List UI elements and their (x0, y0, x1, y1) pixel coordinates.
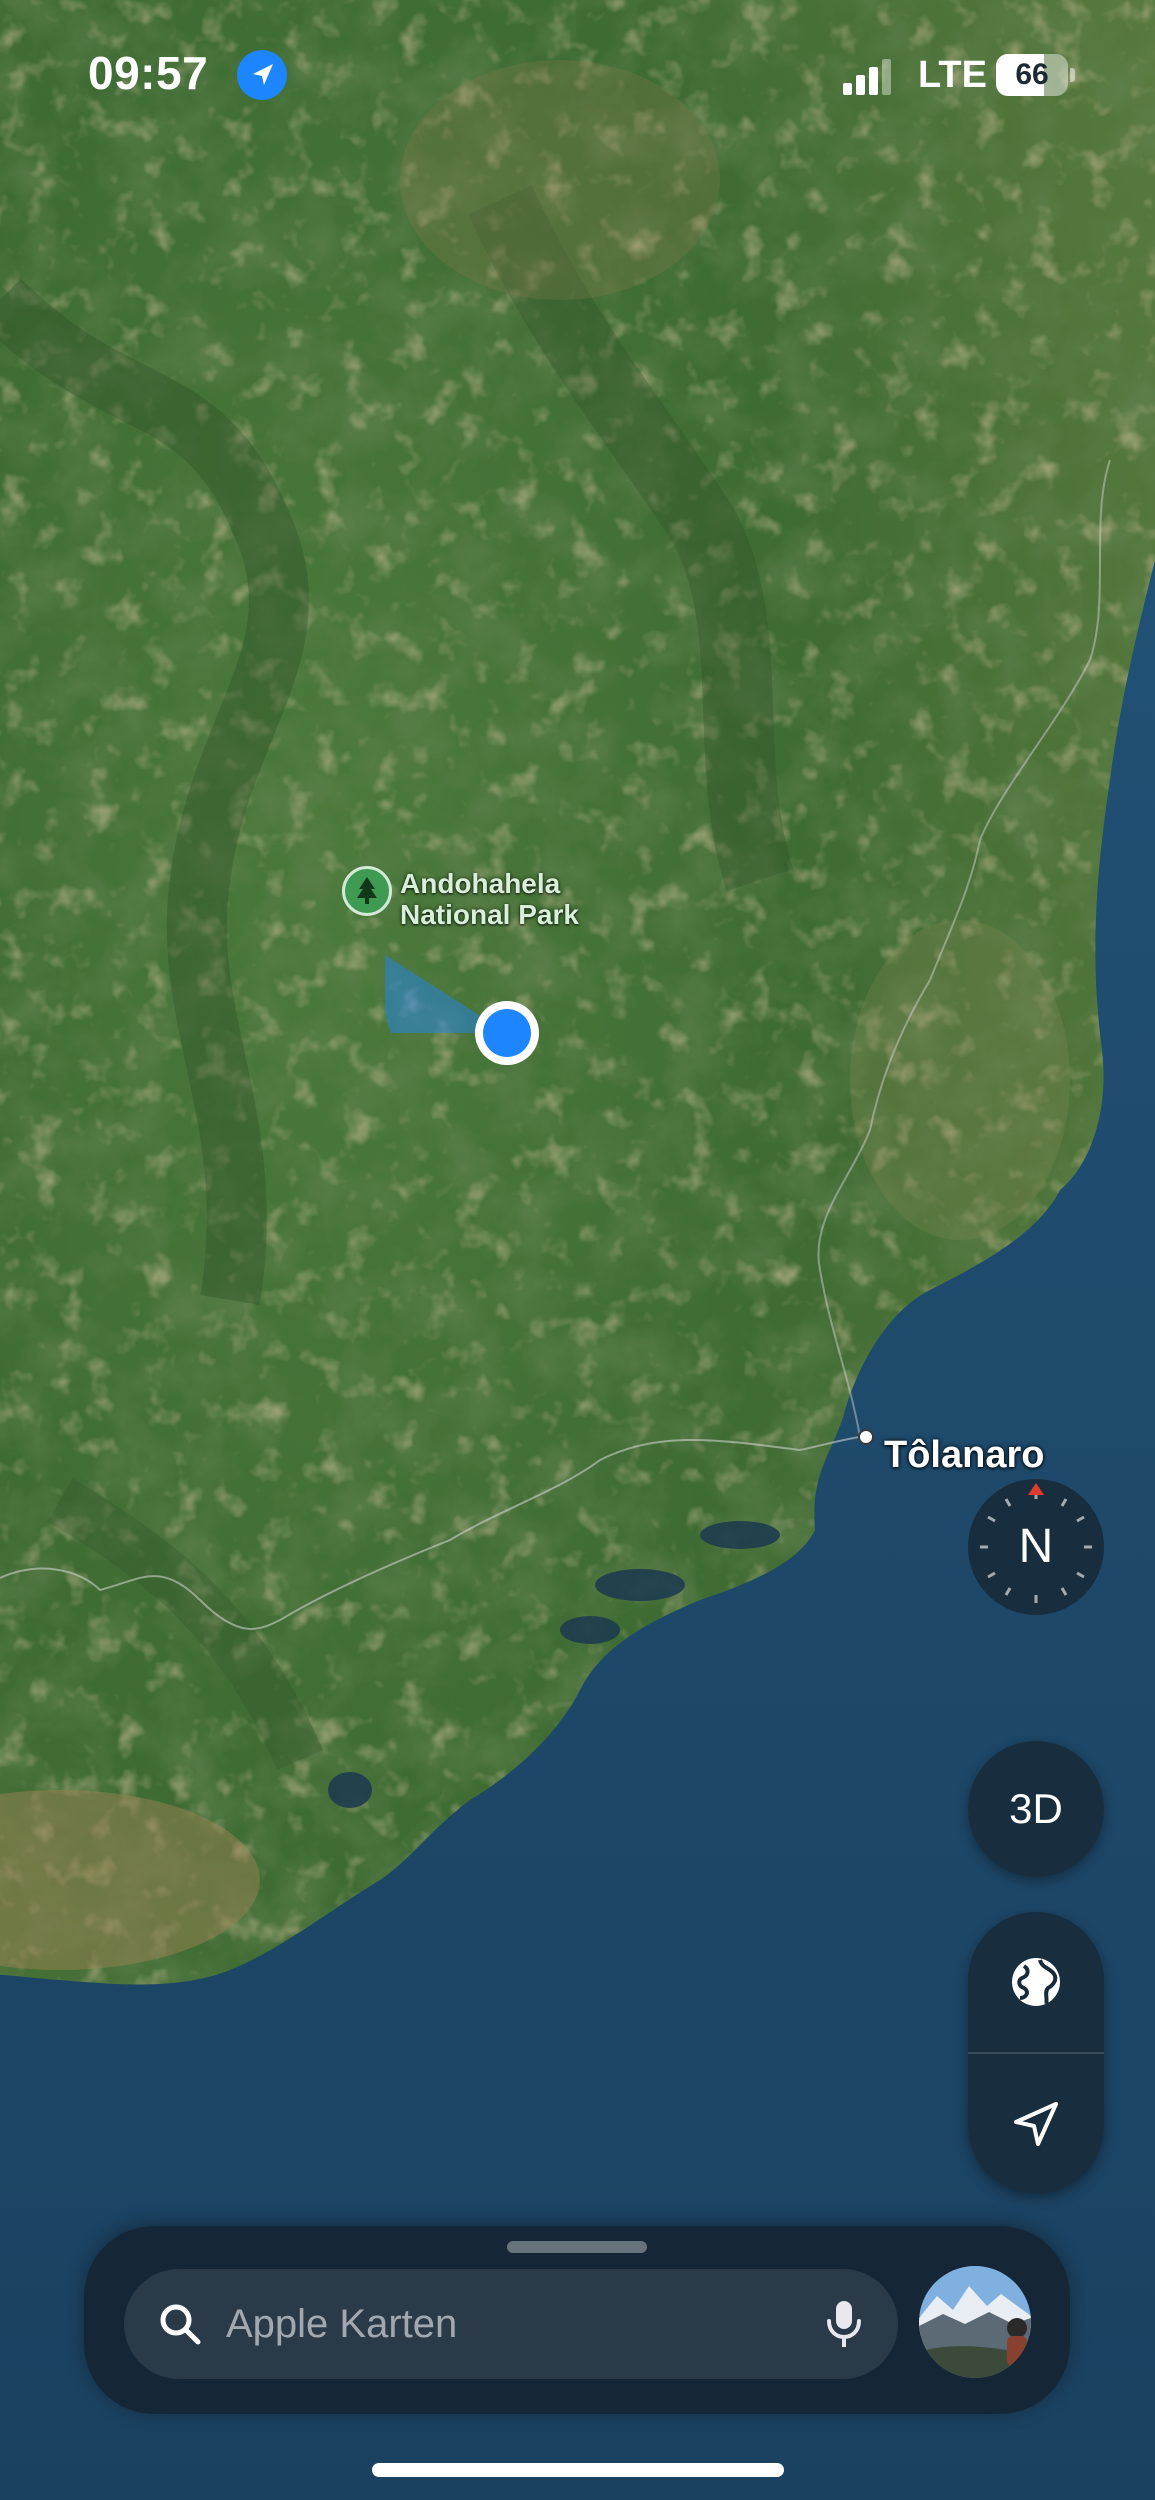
compass-north-label: N (1018, 1520, 1054, 1573)
track-location-button[interactable] (968, 2054, 1104, 2194)
search-placeholder: Apple Karten (226, 2302, 458, 2346)
user-location-marker[interactable] (385, 955, 545, 1075)
location-arrow-icon (237, 50, 287, 100)
profile-avatar[interactable] (919, 2266, 1031, 2378)
network-type: LTE (918, 54, 987, 96)
toggle-3d-button[interactable]: 3D (968, 1741, 1104, 1877)
poi-name-line1: Andohahela (400, 868, 561, 899)
city-marker[interactable] (858, 1429, 874, 1445)
poi-name: Andohahela National Park (400, 868, 660, 930)
map-mode-button[interactable] (968, 1912, 1104, 2052)
status-bar: 09:57 LTE 66 (0, 0, 1155, 150)
magnifying-glass-icon (160, 2304, 201, 2345)
search-field[interactable]: Apple Karten (124, 2269, 898, 2379)
microphone-icon[interactable] (824, 2299, 864, 2351)
maps-screen: 09:57 LTE 66 Andohahela National Park Tô… (0, 0, 1155, 2500)
status-time: 09:57 (88, 47, 209, 99)
city-label[interactable]: Tôlanaro (884, 1434, 1044, 1477)
battery-level: 66 (1015, 58, 1049, 91)
battery-icon: 66 (996, 54, 1076, 96)
globe-icon (1012, 1958, 1060, 2006)
map-controls (968, 1912, 1104, 2194)
home-indicator[interactable] (372, 2463, 784, 2477)
poi-name-line2: National Park (400, 899, 579, 930)
sheet-grabber[interactable] (507, 2241, 647, 2253)
tree-icon (342, 866, 392, 916)
search-sheet[interactable]: Apple Karten (84, 2226, 1070, 2414)
cellular-signal-icon (843, 59, 891, 95)
compass-button[interactable]: N (966, 1477, 1106, 1617)
location-arrow-outline-icon (1014, 2102, 1058, 2146)
